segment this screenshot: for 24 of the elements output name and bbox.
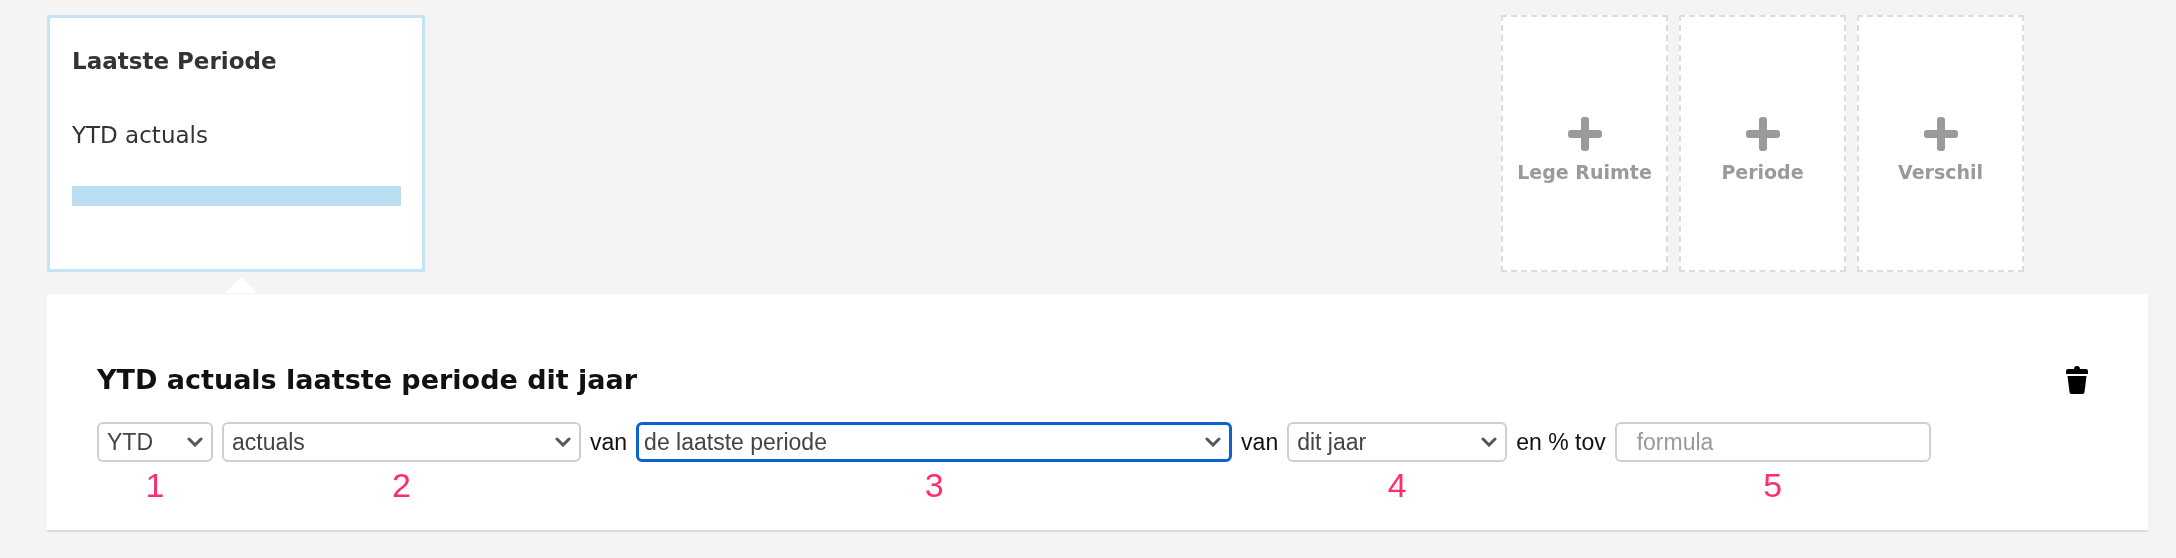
step-number: 3 [924, 466, 944, 505]
editor-heading: YTD actuals laatste periode dit jaar [97, 364, 638, 395]
dropdown[interactable]: dit jaar [1287, 422, 1508, 462]
chevron-icon [187, 437, 203, 447]
step-number: 4 [1387, 466, 1407, 505]
plus-icon [1745, 116, 1780, 151]
formula-field[interactable]: formula [1614, 422, 1931, 462]
connector-label: van [1241, 428, 1279, 457]
step-number: 5 [1763, 466, 1783, 505]
chevron-icon [1481, 437, 1498, 447]
connector-label: van [590, 428, 628, 457]
dropdown[interactable]: actuals [222, 422, 581, 462]
dropdown[interactable]: YTD [97, 422, 213, 462]
plus-icon [1923, 116, 1958, 151]
plus-icon [1567, 116, 1602, 151]
dropdown[interactable]: de laatste periode [636, 422, 1233, 462]
chevron-icon [555, 437, 571, 447]
card-subtitle: YTD actuals [72, 122, 208, 148]
trash-button[interactable] [2066, 365, 2088, 394]
step-number: 1 [145, 466, 165, 505]
step-number: 2 [392, 466, 411, 505]
card-title: Laatste Periode [72, 48, 277, 74]
connector-label: en % tov [1516, 428, 1606, 457]
chevron-icon [1205, 437, 1222, 447]
